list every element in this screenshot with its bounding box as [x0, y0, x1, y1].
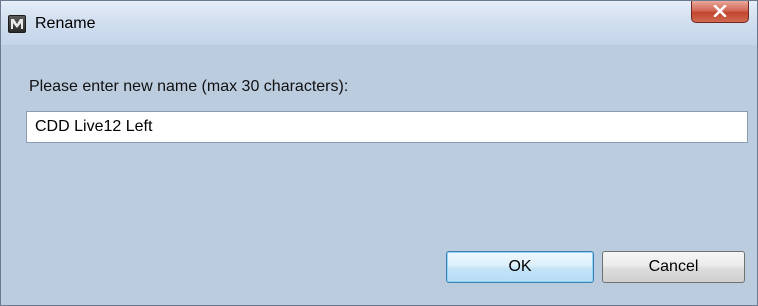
ok-button[interactable]: OK	[446, 251, 594, 283]
title-bar[interactable]: Rename	[1, 1, 757, 45]
name-input[interactable]	[26, 111, 748, 143]
rename-dialog: Rename Please enter new name (max 30 cha…	[0, 0, 758, 306]
close-button[interactable]	[691, 1, 749, 23]
window-title: Rename	[35, 15, 96, 32]
dialog-body: Please enter new name (max 30 characters…	[9, 45, 757, 297]
cancel-button[interactable]: Cancel	[602, 251, 745, 283]
prompt-label: Please enter new name (max 30 characters…	[29, 78, 349, 95]
app-logo-icon	[8, 15, 26, 33]
